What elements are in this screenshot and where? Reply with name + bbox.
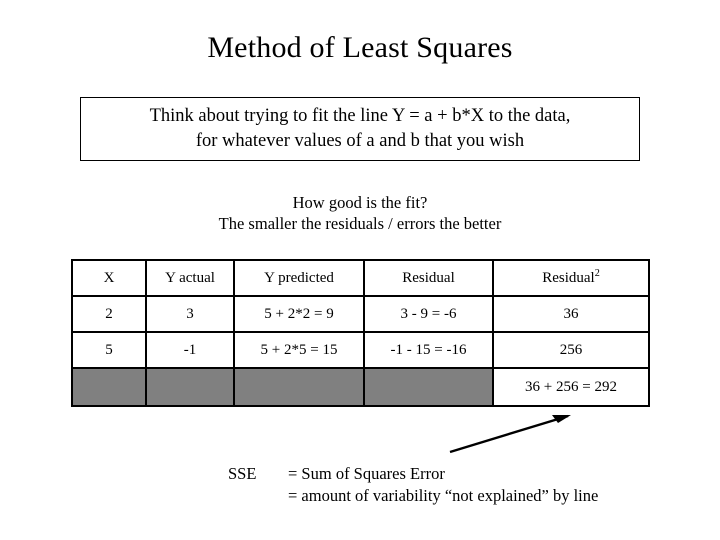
sse-definition-1: = Sum of Squares Error — [288, 464, 445, 483]
header-y-predicted: Y predicted — [233, 259, 365, 297]
cell-y-actual: 3 — [145, 295, 235, 333]
cell-y-predicted: 5 + 2*2 = 9 — [233, 295, 365, 333]
sse-definition-2: = amount of variability “not explained” … — [288, 486, 599, 505]
filled-cell-residual — [363, 367, 494, 407]
header-residual-squared-base: Residual — [542, 269, 595, 286]
page-title: Method of Least Squares — [207, 31, 513, 64]
header-x: X — [71, 259, 147, 297]
table-total-row: 36 + 256 = 292 — [71, 367, 650, 407]
filled-cell-y-actual — [145, 367, 235, 407]
cell-x: 2 — [71, 295, 147, 333]
cell-residual-squared: 256 — [492, 331, 650, 369]
cell-residual-squared: 36 — [492, 295, 650, 333]
residual-table: X Y actual Y predicted Residual Residual… — [71, 259, 650, 407]
header-residual: Residual — [363, 259, 494, 297]
cell-residual: 3 - 9 = -6 — [363, 295, 494, 333]
statement-box: Think about trying to fit the line Y = a… — [80, 97, 640, 161]
statement-line-2: for whatever values of a and b that you … — [195, 131, 525, 151]
filled-cell-y-predicted — [233, 367, 365, 407]
cell-y-actual: -1 — [145, 331, 235, 369]
fit-question-block: How good is the fit? The smaller the res… — [0, 192, 720, 234]
table-header-row: X Y actual Y predicted Residual Residual… — [71, 259, 650, 297]
filled-cell-x — [71, 367, 147, 407]
header-y-actual: Y actual — [145, 259, 235, 297]
slide-canvas: Method of Least Squares Think about tryi… — [0, 0, 720, 540]
sse-definitions: = Sum of Squares Error = amount of varia… — [288, 463, 598, 507]
statement-line-1: Think about trying to fit the line Y = a… — [149, 106, 571, 126]
cell-y-predicted: 5 + 2*5 = 15 — [233, 331, 365, 369]
superscript-two: 2 — [594, 267, 600, 279]
fit-question-line-1: How good is the fit? — [292, 193, 428, 212]
arrow-icon — [449, 414, 571, 454]
cell-x: 5 — [71, 331, 147, 369]
sse-label: SSE — [228, 464, 257, 483]
table-row: 2 3 5 + 2*2 = 9 3 - 9 = -6 36 — [71, 295, 650, 333]
table-row: 5 -1 5 + 2*5 = 15 -1 - 15 = -16 256 — [71, 331, 650, 369]
header-residual-squared: Residual2 — [492, 259, 650, 297]
fit-question-line-2: The smaller the residuals / errors the b… — [218, 214, 502, 233]
cell-sum-of-squares: 36 + 256 = 292 — [492, 367, 650, 407]
cell-residual: -1 - 15 = -16 — [363, 331, 494, 369]
